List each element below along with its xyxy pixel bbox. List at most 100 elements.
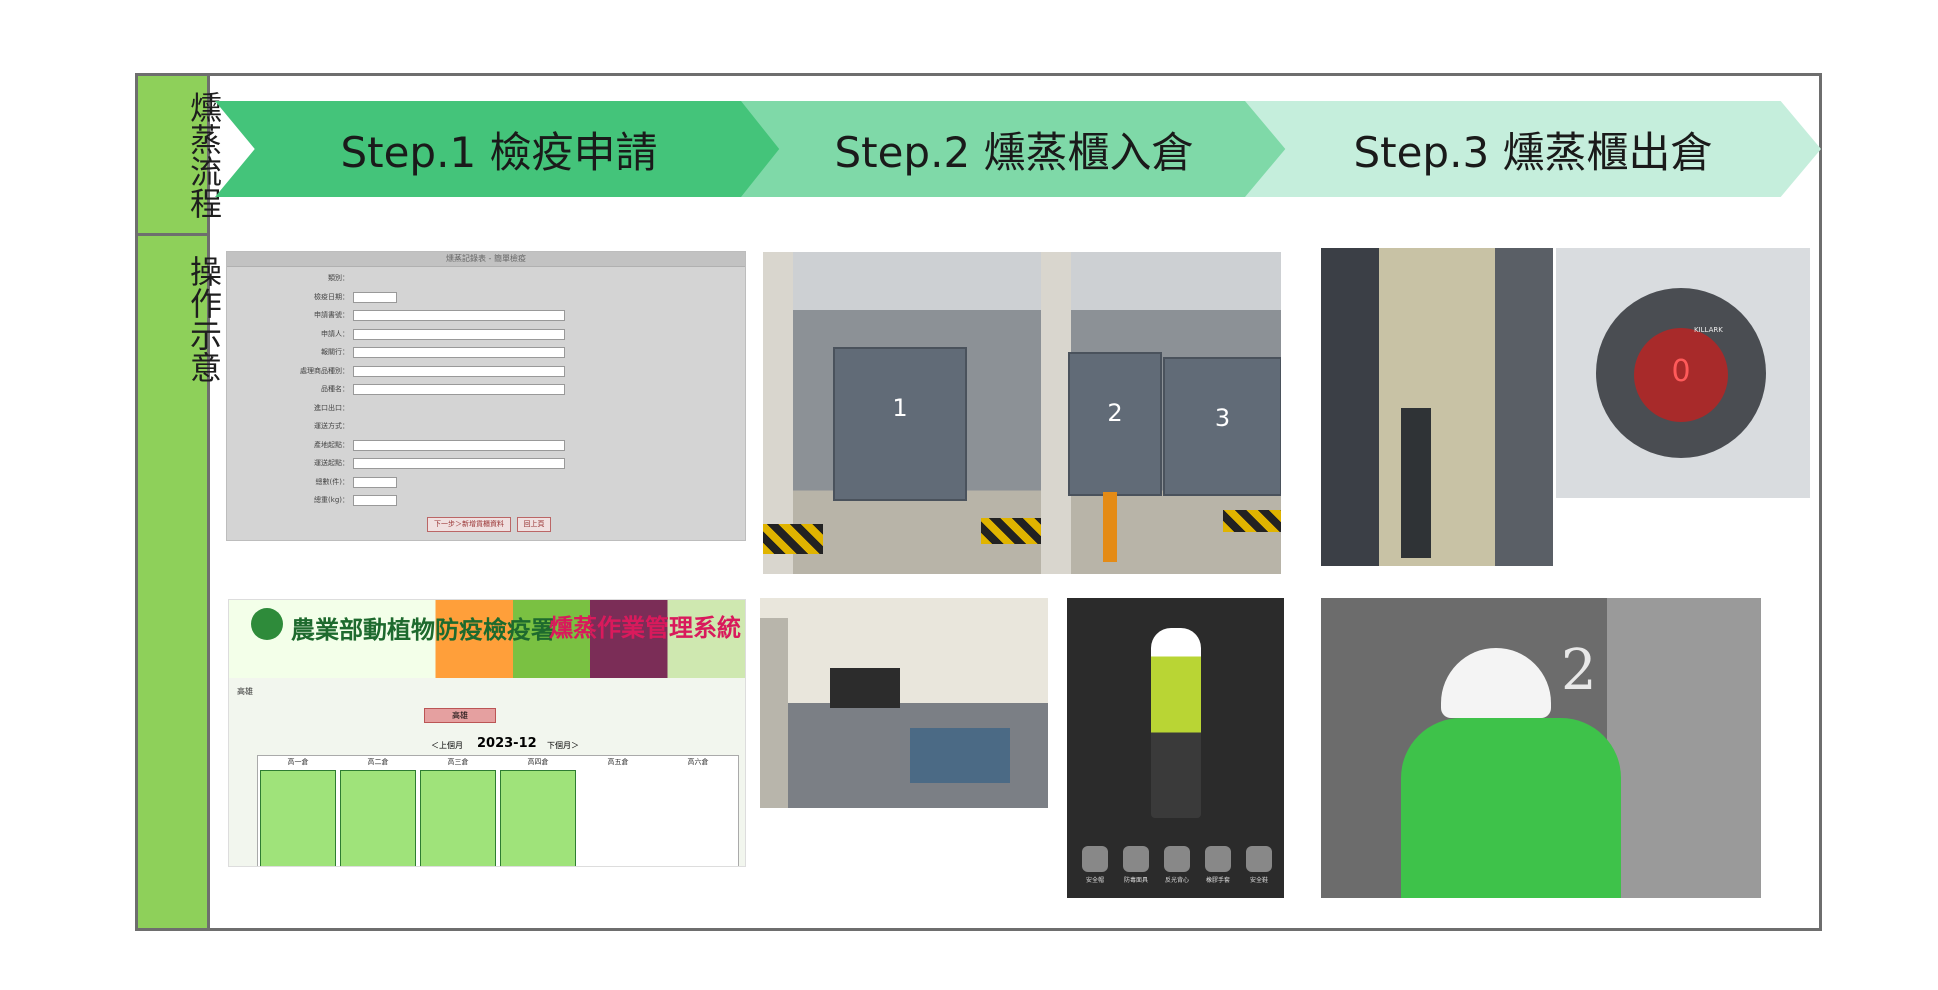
calendar-entry[interactable] <box>340 770 416 866</box>
fumigation-chamber-photo: 1 2 3 <box>763 252 1281 574</box>
desk <box>910 728 1010 783</box>
ppe-icon <box>1164 846 1190 872</box>
chamber-number: 2 <box>1561 638 1597 703</box>
form-field[interactable] <box>353 310 565 321</box>
next-step-button[interactable]: 下一步＞新增貨櫃資料 <box>427 517 511 532</box>
worker-body <box>1401 718 1621 898</box>
form-row: 處理商品種別： <box>227 365 745 377</box>
pillar <box>1041 252 1071 574</box>
form-field[interactable] <box>353 495 397 506</box>
calendar-entry[interactable] <box>260 770 336 866</box>
barrier <box>763 524 823 554</box>
process-label: 燻蒸流程 <box>185 91 223 219</box>
ppe-item: 橡膠手套 <box>1198 846 1238 884</box>
chamber-3: 3 <box>1163 357 1281 496</box>
worker-figure <box>1151 628 1201 818</box>
ppe-icon <box>1123 846 1149 872</box>
form-row-label: 類別： <box>328 274 349 282</box>
form-row: 進口出口： <box>227 402 745 414</box>
chamber-1: 1 <box>833 347 967 501</box>
form-field[interactable] <box>353 347 565 358</box>
back-button[interactable]: 回上頁 <box>517 517 551 532</box>
control-room-photo <box>760 598 1048 808</box>
form-title: 燻蒸記錄表 - 簡單檢疫 <box>227 252 745 267</box>
calendar-entry[interactable] <box>500 770 576 866</box>
ppe-icon <box>1205 846 1231 872</box>
ppe-item: 防毒面具 <box>1116 846 1156 884</box>
fumigation-calendar: 高一倉 高二倉 高三倉 高四倉 高五倉 高六倉 <box>257 755 739 866</box>
form-row: 類別： <box>227 272 745 284</box>
ppe-item: 安全鞋 <box>1239 846 1279 884</box>
step-3-arrow: Step.3 燻蒸櫃出倉 <box>1245 101 1821 197</box>
ppe-illustration: 安全帽 防毒面具 反光背心 橡膠手套 安全鞋 <box>1067 598 1284 898</box>
prev-month-button[interactable]: ＜上個月 <box>431 740 463 751</box>
fumigation-management-system: 農業部動植物防疫檢疫署 燻蒸作業管理系統 高雄 高雄 ＜上個月 2023-12 … <box>228 599 746 867</box>
form-row-label: 申請書號： <box>314 311 349 319</box>
agency-name: 農業部動植物防疫檢疫署 <box>291 616 555 644</box>
barrier <box>1223 510 1281 532</box>
ppe-icon <box>1082 846 1108 872</box>
form-row-label: 運送方式： <box>314 422 349 430</box>
worker-silhouette <box>1401 408 1431 558</box>
ppe-item: 安全帽 <box>1075 846 1115 884</box>
form-row: 總數(件)： <box>227 476 745 488</box>
ppe-item: 反光背心 <box>1157 846 1197 884</box>
calendar-column-header: 高六倉 <box>687 758 709 766</box>
step-1-arrow: Step.1 檢疫申請 <box>215 101 783 197</box>
form-row-label: 報關行： <box>321 348 349 356</box>
ppe-label: 橡膠手套 <box>1205 877 1230 884</box>
form-field[interactable] <box>353 476 397 488</box>
chamber-2-number: 2 <box>1107 399 1123 427</box>
barrier <box>981 518 1041 544</box>
calendar-column-header: 高四倉 <box>527 758 549 766</box>
form-row-label: 檢疫日期： <box>314 292 349 301</box>
form-row-label: 進口出口： <box>314 403 349 412</box>
sidebar-divider <box>138 233 207 236</box>
form-row-label: 總數(件)： <box>315 477 349 486</box>
form-field[interactable] <box>353 365 565 377</box>
ppe-label: 反光背心 <box>1164 877 1189 884</box>
sidebar: 燻蒸流程 操作示意 <box>138 76 223 928</box>
system-name: 燻蒸作業管理系統 <box>549 614 741 642</box>
chamber-3-number: 3 <box>1214 404 1231 432</box>
step-2-arrow: Step.2 燻蒸櫃入倉 <box>741 101 1287 197</box>
form-row: 申請人： <box>227 328 745 340</box>
calendar-column-header: 高二倉 <box>367 758 389 766</box>
form-row: 檢疫日期： <box>227 291 745 303</box>
system-banner: 農業部動植物防疫檢疫署 燻蒸作業管理系統 <box>229 600 745 678</box>
form-row: 產地起點： <box>227 439 745 451</box>
fumigation-process-frame: 燻蒸流程 操作示意 Step.1 檢疫申請 Step.2 燻蒸櫃入倉 Step.… <box>135 73 1822 931</box>
ppe-label: 防毒面具 <box>1123 877 1148 884</box>
form-field[interactable] <box>353 439 565 451</box>
form-row-label: 總重(kg)： <box>314 496 349 504</box>
form-row-label: 運送起點： <box>314 459 349 467</box>
form-row-label: 申請人： <box>321 329 349 338</box>
form-field[interactable] <box>353 458 565 469</box>
step-3-label: Step.3 燻蒸櫃出倉 <box>1353 127 1713 177</box>
form-row: 總重(kg)： <box>227 494 745 506</box>
sensor-brand: KILLARK <box>1694 326 1723 334</box>
chamber-2: 2 <box>1068 352 1162 496</box>
form-field[interactable] <box>353 328 565 340</box>
calendar-entry[interactable] <box>420 770 496 866</box>
form-row: 運送方式： <box>227 420 745 432</box>
calendar-column-header: 高一倉 <box>287 758 309 766</box>
helmet <box>1441 648 1551 718</box>
demo-label: 操作示意 <box>185 255 223 383</box>
ppe-label: 安全帽 <box>1085 877 1104 884</box>
form-row-label: 處理商品種別： <box>300 366 349 375</box>
form-row: 品種名： <box>227 383 745 395</box>
ppe-icon <box>1246 846 1272 872</box>
container-unloading-photo <box>1321 248 1553 566</box>
sensor-readout: 0 <box>1671 354 1691 389</box>
monitor <box>830 668 900 708</box>
form-field[interactable] <box>353 384 565 395</box>
next-month-button[interactable]: 下個月＞ <box>547 740 579 751</box>
gas-sensor-photo: 0 KILLARK <box>1556 248 1810 498</box>
ppe-label: 安全鞋 <box>1249 877 1268 884</box>
form-field[interactable] <box>353 291 397 303</box>
gate-post <box>1103 492 1117 562</box>
form-row-label: 產地起點： <box>314 440 349 449</box>
region-button[interactable]: 高雄 <box>424 708 496 723</box>
calendar-column-header: 高三倉 <box>447 758 469 766</box>
